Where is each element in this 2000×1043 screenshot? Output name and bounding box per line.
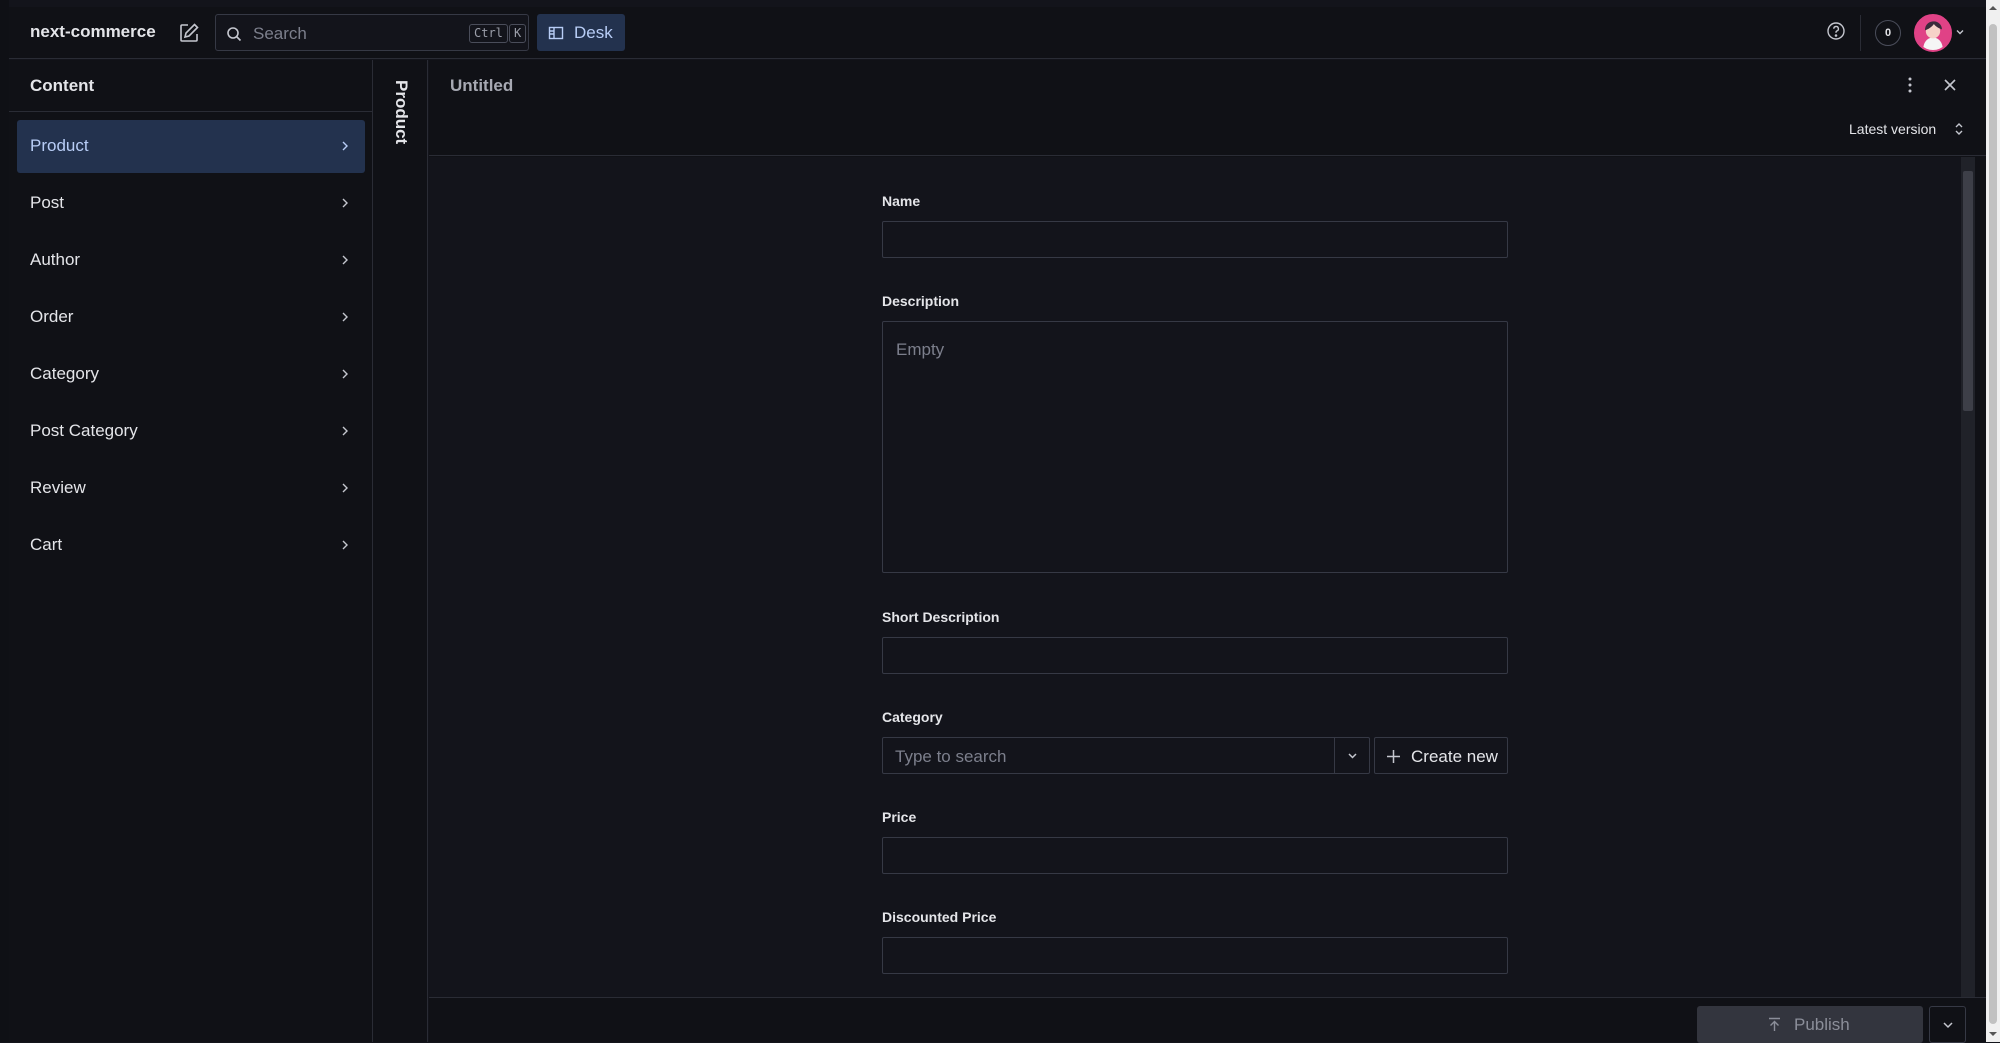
page-scrollbar[interactable] [1986,0,2000,1042]
sidebar-item-label: Author [30,250,81,269]
window-gutter [0,0,9,1042]
workspace-title[interactable]: next-commerce [30,22,156,42]
desk-icon [548,26,564,40]
help-icon [1827,22,1845,40]
sidebar-item-label: Review [30,478,86,497]
description-label: Description [882,293,960,309]
user-avatar[interactable] [1914,14,1952,52]
publish-options-button[interactable] [1929,1006,1966,1043]
sidebar-item-label: Post [30,193,65,212]
sidebar-item-label: Cart [30,535,63,554]
publish-button[interactable]: Publish [1697,1006,1923,1043]
description-field: Description Empty [882,293,1508,573]
chevron-right-icon [342,198,348,208]
sidebar-item-label: Product [30,136,89,155]
document-footer: Publish [429,997,1986,1043]
sidebar-item-post[interactable]: Post [17,177,365,230]
new-document-button[interactable] [177,21,201,45]
document-pane: Untitled Latest version Name Description… [429,60,1986,1043]
category-placeholder: Type to search [895,747,1007,766]
chevron-right-icon [342,426,348,436]
discounted-price-input[interactable] [882,937,1508,974]
document-form: Name Description Empty Short Description… [429,157,1971,997]
search-placeholder: Search [253,24,307,43]
price-input[interactable] [882,837,1508,874]
sidebar-item-author[interactable]: Author [17,234,365,287]
close-icon [1944,79,1956,91]
price-field: Price [882,809,1508,874]
category-reference-row: Type to search Create new [882,737,1508,774]
chevron-down-icon [1943,1022,1953,1029]
content-sidebar-header: Content [9,60,372,112]
name-field: Name [882,193,1508,258]
name-label: Name [882,193,921,209]
collapsed-pane-title: Product [392,80,411,145]
description-placeholder: Empty [896,340,945,359]
short-description-field: Short Description [882,609,1508,674]
create-new-label: Create new [1411,747,1498,766]
document-header: Untitled Latest version [429,60,1986,156]
chevron-up-down-icon[interactable] [1952,121,1966,137]
document-title: Untitled [450,76,514,95]
document-scrollbar[interactable] [1961,157,1975,997]
sidebar-item-label: Post Category [30,421,138,440]
shortcut-k-key: K [509,24,527,43]
shortcut-ctrl-key: Ctrl [469,24,508,43]
document-scrollbar-thumb[interactable] [1963,171,1973,411]
sidebar-item-cart[interactable]: Cart [17,519,365,572]
category-dropdown-button[interactable] [1334,738,1369,773]
short-description-label: Short Description [882,609,1000,625]
chevron-right-icon [342,141,348,151]
price-label: Price [882,809,917,825]
more-vertical-icon [1908,77,1912,93]
description-editor[interactable]: Empty [882,321,1508,573]
close-pane-button[interactable] [1940,75,1960,95]
content-type-list: Product Post Author Order Category Post … [17,120,365,576]
sidebar-item-product[interactable]: Product [17,120,365,173]
chevron-right-icon [342,483,348,493]
scroll-up-arrow-icon[interactable] [1989,4,1997,12]
publish-label: Publish [1794,1015,1850,1034]
chevron-right-icon [342,369,348,379]
document-menu-button[interactable] [1900,75,1920,95]
category-label: Category [882,709,943,725]
sidebar-item-label: Order [30,307,74,326]
search-icon [227,27,242,42]
version-selector[interactable]: Latest version [1849,121,1936,137]
plus-icon [1387,750,1400,763]
desk-tool-button[interactable]: Desk [537,14,625,51]
account-menu-caret[interactable] [1954,26,1966,38]
short-description-input[interactable] [882,637,1508,674]
notifications-badge[interactable]: 0 [1875,20,1901,46]
desk-label: Desk [574,23,613,42]
chevron-right-icon [342,255,348,265]
chevron-right-icon [342,312,348,322]
category-field: Category Type to search Create new [882,709,1508,774]
sidebar-item-review[interactable]: Review [17,462,365,515]
compose-icon [180,23,199,42]
help-button[interactable] [1826,21,1846,41]
scroll-down-arrow-icon[interactable] [1989,1030,1997,1038]
content-sidebar-title: Content [30,76,95,95]
chevron-down-icon [1348,753,1357,759]
category-search-input[interactable]: Type to search [882,737,1370,774]
chevron-right-icon [342,540,348,550]
page-scrollbar-thumb[interactable] [1989,24,1997,1024]
global-search-input[interactable]: Search Ctrl K [215,14,529,51]
discounted-price-field: Discounted Price [882,909,1508,974]
top-navbar: next-commerce Search Ctrl K Desk 0 [9,7,1986,59]
sidebar-item-label: Category [30,364,99,383]
content-sidebar: Content Product Post Author Order Catego… [9,60,373,1042]
name-input[interactable] [882,221,1508,258]
create-new-button[interactable]: Create new [1374,737,1508,774]
avatar-image [1916,16,1950,50]
toolbar-divider [1860,15,1861,51]
discounted-price-label: Discounted Price [882,909,997,925]
chevron-down-icon [1956,30,1964,35]
collapsed-product-pane[interactable]: Product [373,60,428,1042]
sidebar-item-order[interactable]: Order [17,291,365,344]
publish-icon [1769,1017,1780,1031]
sidebar-item-category[interactable]: Category [17,348,365,401]
sidebar-item-post-category[interactable]: Post Category [17,405,365,458]
